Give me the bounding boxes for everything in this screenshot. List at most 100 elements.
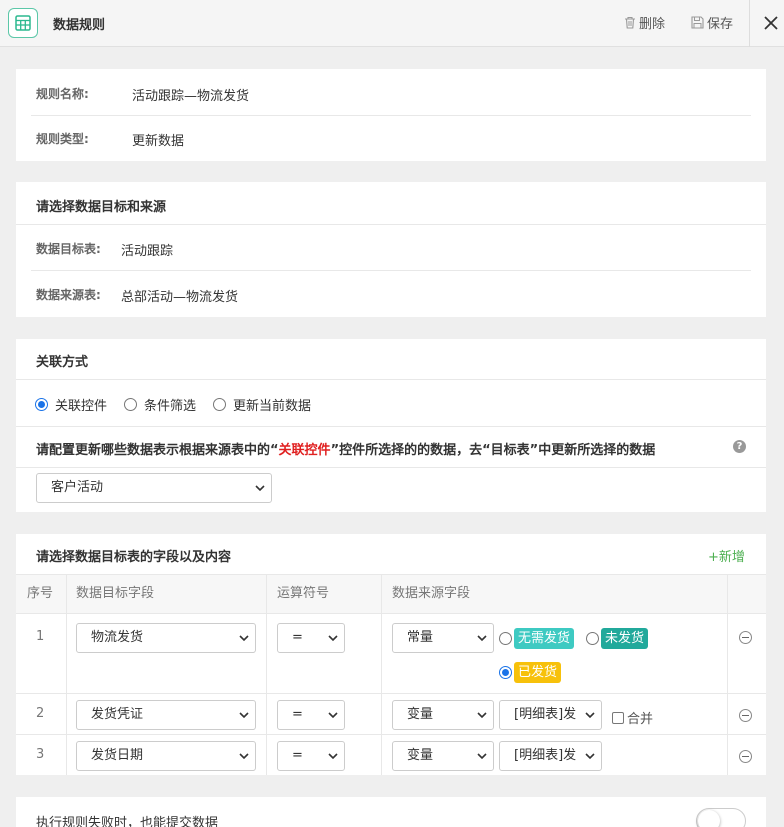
merge-checkbox[interactable]: 合并 [612,708,653,727]
operator-select[interactable]: = [277,741,345,771]
divider [16,224,766,225]
row-index: 2 [36,706,45,721]
chevron-down-icon [477,635,487,642]
operator-select[interactable]: = [277,700,345,730]
chevron-down-icon [477,712,487,719]
fields-card: 请选择数据目标表的字段以及内容 +新增 序号 数据目标字段 运算符号 数据来源字… [16,534,766,775]
source-type-select[interactable]: 变量 [392,741,494,771]
relation-section-title: 关联方式 [36,355,89,370]
plus-icon: + [708,550,719,565]
divider [16,467,766,468]
toggle-knob [698,810,720,827]
operator-select[interactable]: = [277,623,345,653]
fields-section-title: 请选择数据目标表的字段以及内容 [36,550,232,565]
source-table-value: 总部活动—物流发货 [121,290,239,305]
save-icon [691,16,704,29]
col-divider [381,574,382,775]
col-header-index: 序号 [27,586,54,601]
source-section-title: 请选择数据目标和来源 [36,200,167,215]
chevron-down-icon [477,753,487,760]
relation-card: 关联方式 关联控件 条件筛选 更新当前数据 请配置更新哪些数据表示根据来源表中的… [16,339,766,512]
close-icon [764,16,778,30]
desc-prefix: 请配置更新哪些数据表示根据来源表中的“ [36,443,279,458]
rule-name-value[interactable]: 活动跟踪—物流发货 [132,85,249,104]
source-field-select[interactable]: [明细表]发 [499,741,602,771]
select-value: 变量 [407,748,434,763]
radio-label: 更新当前数据 [233,399,312,414]
target-field-select[interactable]: 发货日期 [76,741,256,771]
source-field-select[interactable]: [明细表]发 [499,700,602,730]
col-divider [266,574,267,775]
relation-description: 请配置更新哪些数据表示根据来源表中的“关联控件”控件所选择的的数据，去“目标表”… [36,439,655,458]
submit-on-fail-card: 执行规则失败时，也能提交数据 [16,797,766,827]
merge-label: 合并 [627,712,654,727]
add-row-button[interactable]: +新增 [708,546,745,565]
trash-icon [625,16,635,29]
chevron-down-icon [585,712,595,719]
radio-dot [124,398,137,411]
rule-name-label: 规则名称: [36,87,89,101]
page-title: 数据规则 [53,18,106,33]
tag-no-shipping: 无需发货 [514,628,575,649]
close-button[interactable] [763,13,781,33]
remove-row-icon[interactable] [739,750,752,763]
select-value: 发货日期 [91,748,144,763]
radio-update-current[interactable]: 更新当前数据 [213,395,311,414]
col-header-target-field: 数据目标字段 [76,586,155,601]
header-bar: 数据规则 删除 保存 [0,0,784,47]
select-value: [明细表]发 [514,707,577,722]
chevron-down-icon [239,753,249,760]
select-value: 变量 [407,707,434,722]
row-divider [16,734,766,735]
option-radio-none[interactable] [499,632,512,645]
col-divider [66,574,67,775]
remove-row-icon[interactable] [739,709,752,722]
divider [31,115,751,116]
link-control-select[interactable]: 客户活动 [36,473,272,503]
chevron-down-icon [239,635,249,642]
col-header-source-field: 数据来源字段 [392,586,471,601]
add-label: 新增 [718,550,745,565]
chevron-down-icon [239,712,249,719]
remove-row-icon[interactable] [739,631,752,644]
submit-on-fail-toggle[interactable] [696,808,746,827]
table-app-icon [8,8,38,38]
source-type-select[interactable]: 变量 [392,700,494,730]
radio-condition-filter[interactable]: 条件筛选 [124,395,196,414]
delete-button[interactable]: 删除 [624,13,665,32]
select-value: 常量 [407,630,434,645]
divider [16,379,766,380]
submit-on-fail-label: 执行规则失败时，也能提交数据 [36,816,219,827]
target-field-select[interactable]: 发货凭证 [76,700,256,730]
header-divider [749,0,750,47]
rule-type-value: 更新数据 [132,134,185,149]
radio-link-control[interactable]: 关联控件 [35,395,107,414]
radio-dot [35,398,48,411]
option-radio-sent[interactable] [499,666,512,679]
target-table-label: 数据目标表: [36,242,101,256]
source-type-select[interactable]: 常量 [392,623,494,653]
data-source-card: 请选择数据目标和来源 数据目标表: 活动跟踪 数据来源表: 总部活动—物流发货 [16,182,766,317]
row-index: 3 [36,747,45,762]
radio-label: 条件筛选 [144,399,197,414]
desc-highlight: 关联控件 [278,443,331,458]
select-value: = [292,630,303,645]
help-icon[interactable]: ? [733,440,746,453]
save-button[interactable]: 保存 [691,13,733,32]
row-divider [16,693,766,694]
select-value: 物流发货 [91,630,144,645]
target-table-value: 活动跟踪 [121,244,174,259]
target-field-select[interactable]: 物流发货 [76,623,256,653]
select-value: 客户活动 [51,480,104,495]
select-value: [明细表]发 [514,748,577,763]
delete-label: 删除 [639,17,666,32]
radio-label: 关联控件 [55,399,108,414]
option-radio-pending[interactable] [586,632,599,645]
checkbox-box [612,711,624,724]
chevron-down-icon [328,635,338,642]
chevron-down-icon [255,485,265,492]
divider [31,270,751,271]
rule-type-label: 规则类型: [36,132,89,146]
desc-suffix: ”控件所选择的的数据，去“目标表”中更新所选择的数据 [330,443,656,458]
save-label: 保存 [707,17,734,32]
